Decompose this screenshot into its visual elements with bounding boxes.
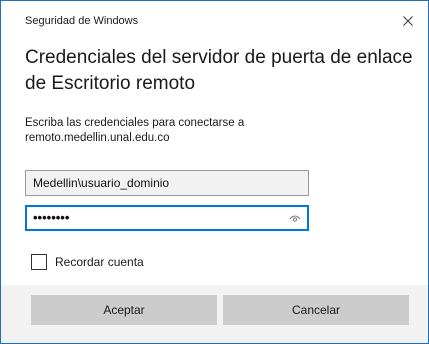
close-button[interactable]	[388, 7, 428, 35]
description-line-1: Escriba las credenciales para conectarse…	[25, 117, 245, 129]
password-field[interactable]: ••••••••	[25, 205, 309, 231]
dialog-heading: Credenciales del servidor de puerta de e…	[25, 45, 415, 97]
remember-checkbox[interactable]	[31, 254, 47, 270]
title-bar: Seguridad de Windows	[1, 1, 428, 37]
dialog-description: Escriba las credenciales para conectarse…	[25, 116, 385, 146]
server-address: remoto.medellin.unal.edu.co	[25, 132, 170, 144]
credentials-dialog: Seguridad de Windows Credenciales del se…	[0, 0, 429, 344]
button-bar: Aceptar Cancelar	[1, 285, 428, 343]
username-value: Medellin\usuario_dominio	[33, 176, 170, 190]
remember-account: Recordar cuenta	[31, 253, 144, 271]
close-icon	[403, 16, 413, 26]
username-field[interactable]: Medellin\usuario_dominio	[25, 170, 309, 196]
eye-icon[interactable]	[289, 213, 301, 223]
password-value: ••••••••	[33, 210, 70, 225]
window-title: Seguridad de Windows	[25, 15, 139, 27]
cancel-button[interactable]: Cancelar	[223, 295, 409, 325]
remember-label[interactable]: Recordar cuenta	[55, 255, 144, 269]
heading-line-2: de Escritorio remoto	[25, 73, 196, 94]
ok-button[interactable]: Aceptar	[31, 295, 217, 325]
heading-line-1: Credenciales del servidor de puerta de e…	[25, 47, 413, 68]
